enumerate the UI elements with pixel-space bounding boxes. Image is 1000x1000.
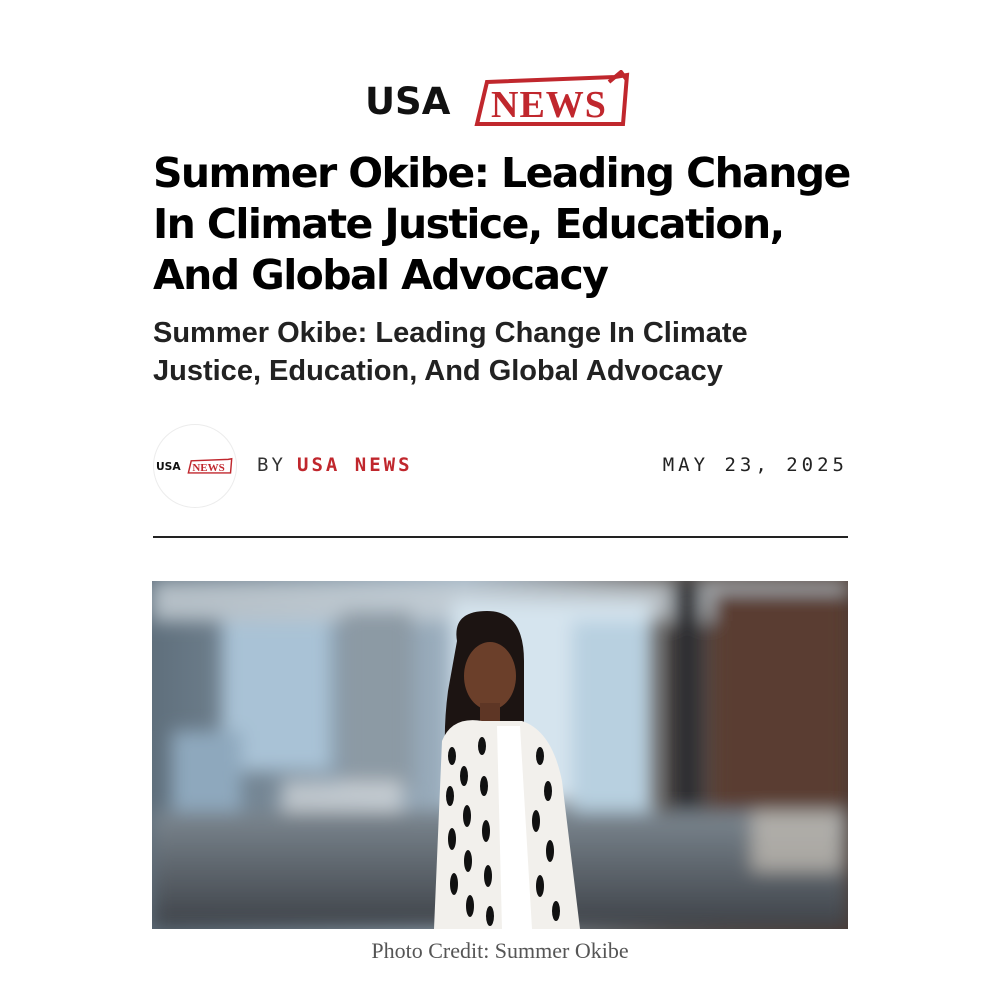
avatar-logo-usa: USA (156, 460, 181, 473)
avatar-logo-icon: USA NEWS (156, 457, 233, 474)
byline: USA NEWS BY USA NEWS MAY 23, 2025 (153, 424, 848, 510)
avatar-logo-news: NEWS (192, 462, 224, 474)
photo-illustration (152, 581, 848, 929)
logo-usa-text: USA (365, 80, 451, 123)
article-photo[interactable] (152, 581, 848, 929)
byline-divider (153, 536, 848, 538)
article-subheadline: Summer Okibe: Leading Change In Climate … (153, 317, 748, 387)
article-headline: Summer Okibe: Leading Change In Climate … (153, 149, 851, 299)
author-avatar[interactable]: USA NEWS (153, 424, 237, 508)
logo-news-text: NEWS (491, 84, 607, 126)
publish-date: MAY 23, 2025 (662, 454, 848, 476)
byline-author-link[interactable]: USA NEWS (297, 454, 413, 476)
photo-caption: Photo Credit: Summer Okibe (371, 938, 629, 963)
site-logo[interactable]: USA NEWS (0, 70, 1000, 130)
byline-by-label: BY (257, 454, 286, 476)
usa-news-logo: USA NEWS (365, 70, 630, 126)
